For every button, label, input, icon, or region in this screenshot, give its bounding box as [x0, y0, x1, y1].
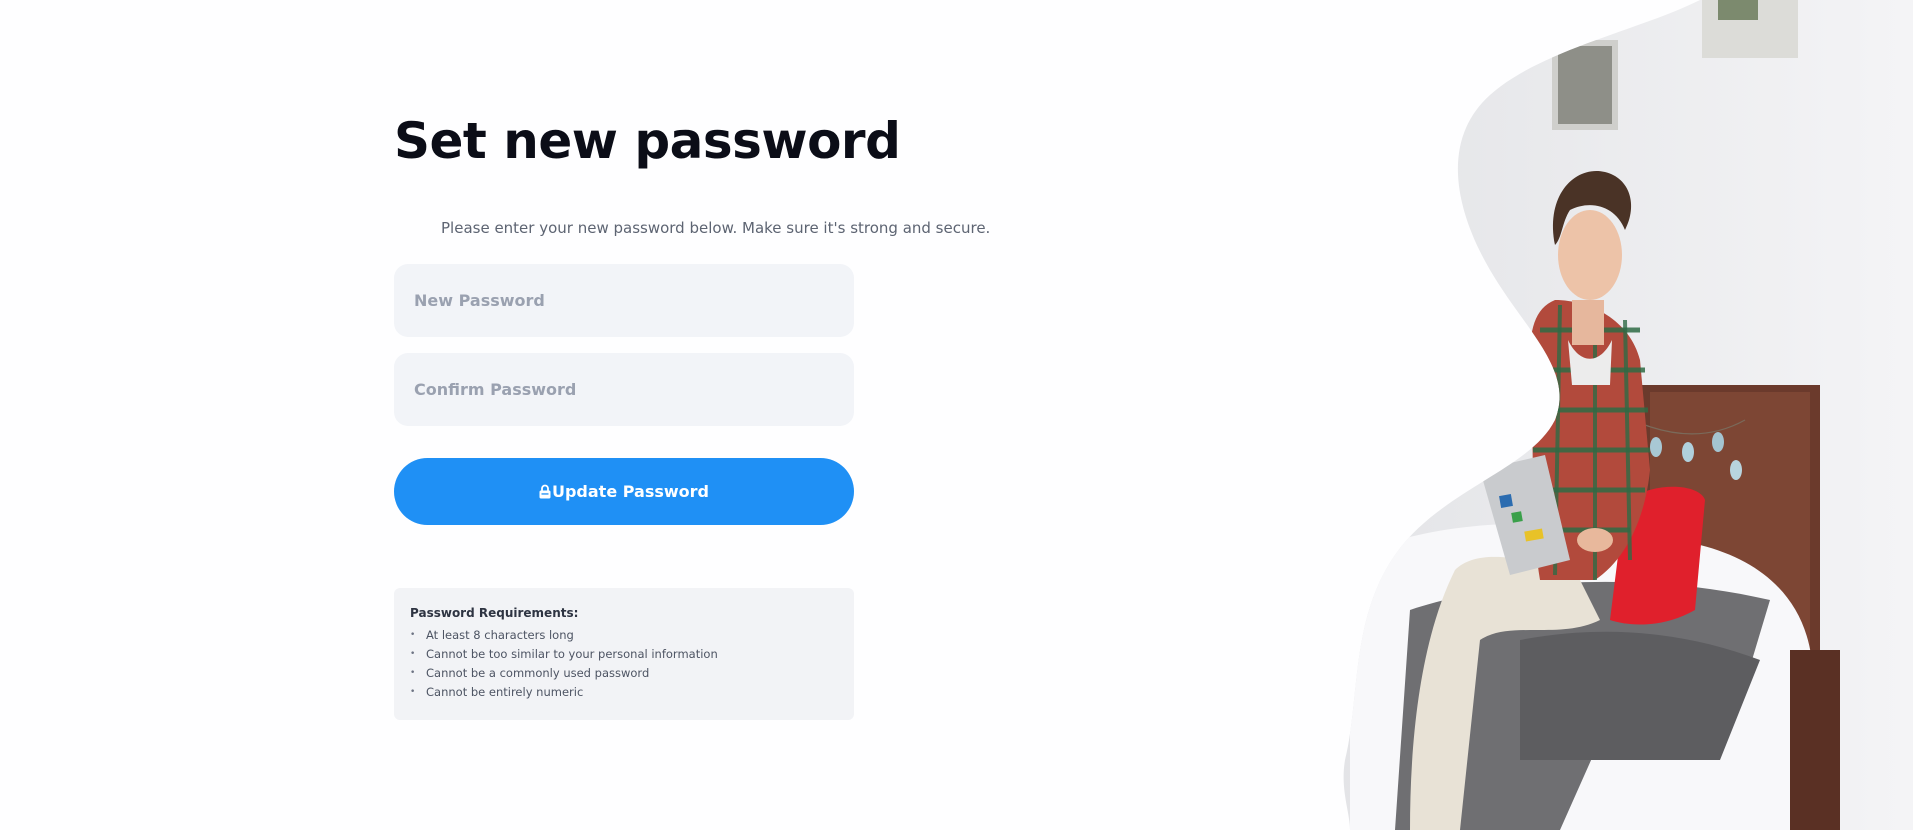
page-title: Set new password	[394, 112, 901, 170]
bullet-icon: •	[410, 630, 416, 640]
requirements-list: • At least 8 characters long • Cannot be…	[410, 626, 838, 702]
confirm-password-input[interactable]	[414, 353, 854, 426]
requirement-text: Cannot be a commonly used password	[426, 666, 650, 680]
update-password-button[interactable]: Update Password	[394, 458, 854, 525]
requirement-item: • Cannot be too similar to your personal…	[410, 645, 838, 664]
requirement-item: • Cannot be entirely numeric	[410, 683, 838, 702]
hero-illustration	[1343, 0, 1913, 830]
bullet-icon: •	[410, 649, 416, 659]
confirm-password-field	[394, 353, 854, 426]
password-requirements: Password Requirements: • At least 8 char…	[394, 588, 854, 720]
requirement-item: • At least 8 characters long	[410, 626, 838, 645]
update-password-label: Update Password	[551, 482, 710, 501]
reset-password-page: Set new password Please enter your new p…	[0, 0, 1913, 830]
requirement-text: At least 8 characters long	[426, 628, 574, 642]
lock-icon	[539, 484, 551, 499]
bullet-icon: •	[410, 668, 416, 678]
bullet-icon: •	[410, 687, 416, 697]
requirement-item: • Cannot be a commonly used password	[410, 664, 838, 683]
page-subtitle: Please enter your new password below. Ma…	[441, 219, 991, 237]
requirements-title: Password Requirements:	[410, 606, 579, 620]
requirement-text: Cannot be too similar to your personal i…	[426, 647, 718, 661]
new-password-field	[394, 264, 854, 337]
requirement-text: Cannot be entirely numeric	[426, 685, 584, 699]
new-password-input[interactable]	[414, 264, 854, 337]
